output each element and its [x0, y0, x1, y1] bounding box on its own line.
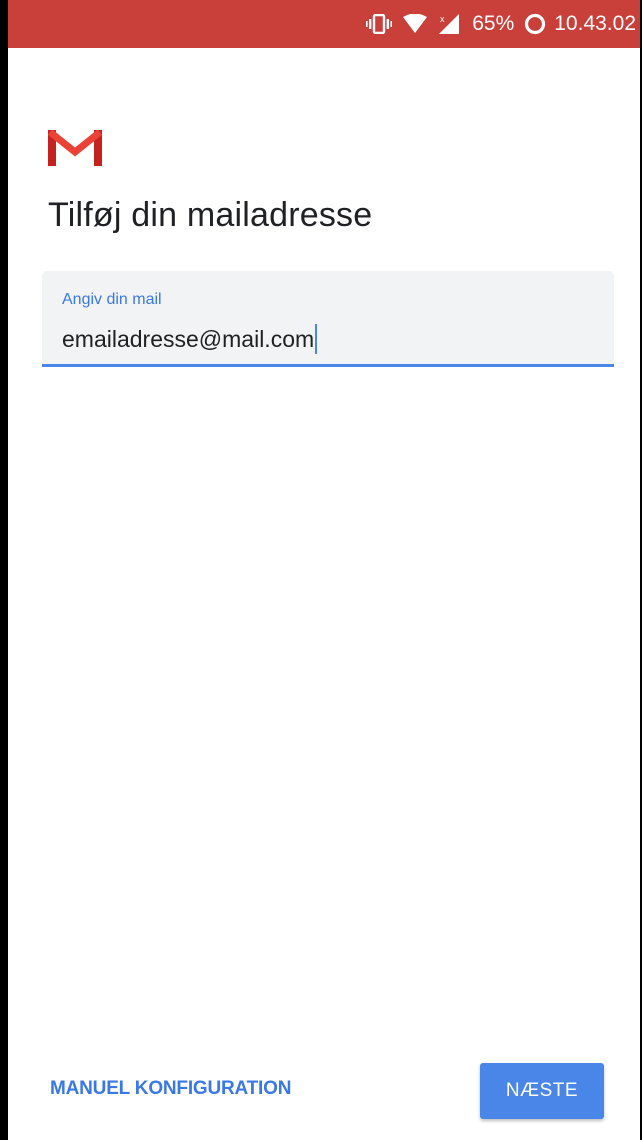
gmail-logo-icon [47, 129, 103, 166]
email-input[interactable]: emailadresse@mail.com [62, 324, 318, 354]
text-cursor [315, 324, 318, 354]
page-title: Tilføj din mailadresse [48, 196, 373, 234]
battery-percent: 65% [472, 12, 515, 35]
next-button[interactable]: NÆSTE [480, 1063, 604, 1119]
battery-ring-icon [524, 13, 546, 35]
cellular-signal-icon: x [438, 13, 460, 35]
email-field-label: Angiv din mail [62, 291, 162, 308]
email-input-value: emailadresse@mail.com [62, 325, 315, 352]
email-field[interactable]: Angiv din mail emailadresse@mail.com [42, 271, 614, 367]
phone-screen: x 65% 10.43.02 Tilføj din mailadresse An… [8, 0, 640, 1140]
vibrate-icon [366, 14, 393, 34]
wifi-icon [402, 14, 428, 34]
status-bar: x 65% 10.43.02 [8, 0, 640, 48]
manual-config-button[interactable]: MANUEL KONFIGURATION [50, 1078, 291, 1100]
status-time: 10.43.02 [554, 12, 636, 35]
svg-text:x: x [440, 14, 445, 24]
